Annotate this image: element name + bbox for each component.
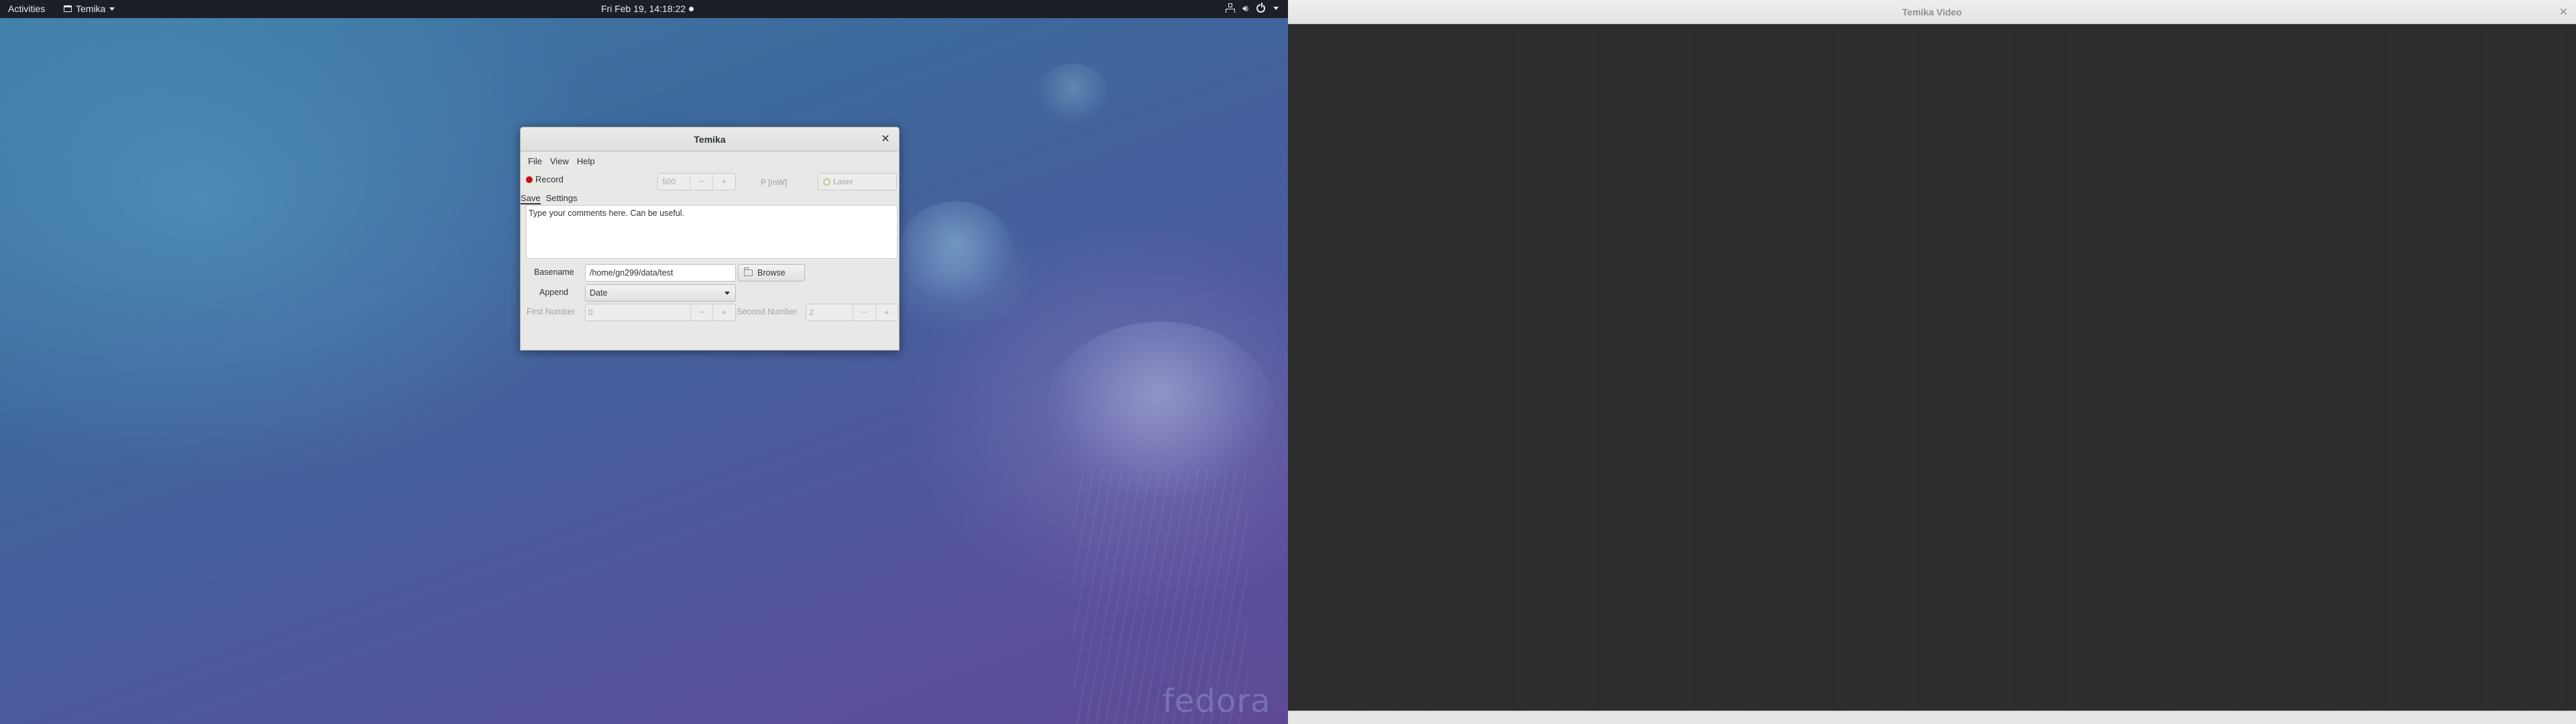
browse-button[interactable]: Browse xyxy=(738,264,805,282)
chevron-down-icon xyxy=(109,7,115,11)
app-menu-label: Temika xyxy=(76,3,106,14)
dialog-titlebar[interactable]: Temika ✕ xyxy=(521,127,899,152)
tab-save[interactable]: Save xyxy=(521,193,541,204)
exposure-decrement-button[interactable]: − xyxy=(690,174,712,190)
notification-dot-icon xyxy=(689,6,694,11)
chevron-down-icon xyxy=(724,292,730,295)
power-label: P [mW] xyxy=(761,178,788,187)
first-number-label: First Number xyxy=(527,307,576,316)
dialog-title: Temika xyxy=(694,134,726,145)
basename-label: Basename xyxy=(534,267,574,277)
record-icon xyxy=(526,176,533,183)
first-number-spinner[interactable]: 0 − + xyxy=(585,304,736,321)
exposure-spinner[interactable]: 500 − + xyxy=(657,173,736,190)
menu-bar: File View Help xyxy=(521,152,899,170)
first-number-decrement-button[interactable]: − xyxy=(690,304,713,320)
desktop-wallpaper: fedora xyxy=(0,0,1288,724)
volume-icon: 🔊︎ xyxy=(1242,3,1248,13)
network-icon xyxy=(1225,3,1236,13)
second-number-label: Second Number xyxy=(737,307,798,316)
video-window-bottom-edge xyxy=(1288,711,2576,724)
tab-bar: Save Settings xyxy=(521,193,899,204)
video-display[interactable] xyxy=(1288,24,2576,711)
laser-icon xyxy=(823,178,830,186)
close-icon[interactable]: ✕ xyxy=(2559,5,2568,19)
clock[interactable]: Fri Feb 19, 14:18:22 xyxy=(601,3,694,14)
chevron-down-icon xyxy=(1273,6,1279,10)
laser-label: Laser xyxy=(833,177,854,186)
fedora-logo: fedora xyxy=(1163,682,1271,720)
menu-help[interactable]: Help xyxy=(574,154,598,168)
close-icon[interactable]: ✕ xyxy=(879,133,892,146)
record-label: Record xyxy=(535,174,564,184)
comments-textarea[interactable]: Type your comments here. Can be useful. xyxy=(526,205,898,259)
basename-input[interactable]: /home/gn299/data/test xyxy=(585,264,736,282)
record-button[interactable]: Record xyxy=(526,174,564,184)
menu-file[interactable]: File xyxy=(525,154,545,168)
top-bar: Activities Temika Fri Feb 19, 14:18:22 🔊… xyxy=(0,0,1288,18)
basename-row: Basename /home/gn299/data/test Browse xyxy=(521,261,899,284)
folder-icon xyxy=(744,267,753,276)
video-titlebar[interactable]: Temika Video ✕ xyxy=(1288,0,2576,24)
exposure-value[interactable]: 500 xyxy=(658,174,690,190)
append-dropdown[interactable]: Date xyxy=(585,284,736,302)
wallpaper-jellyfish xyxy=(1036,64,1110,124)
activities-button[interactable]: Activities xyxy=(8,3,45,14)
window-icon xyxy=(64,5,72,12)
exposure-increment-button[interactable]: + xyxy=(712,174,735,190)
video-window-title: Temika Video xyxy=(1902,7,1962,17)
system-tray[interactable]: 🔊︎ xyxy=(1225,2,1279,13)
menu-view[interactable]: View xyxy=(547,154,572,168)
second-number-decrement-button[interactable]: − xyxy=(853,304,875,320)
second-number-increment-button[interactable]: + xyxy=(875,304,898,320)
browse-label: Browse xyxy=(757,268,786,278)
first-number-value[interactable]: 0 xyxy=(586,304,690,320)
first-number-increment-button[interactable]: + xyxy=(712,304,735,320)
temika-video-window: Temika Video ✕ xyxy=(1288,0,2576,724)
numbers-row: First Number 0 − + Second Number 2 − + xyxy=(521,304,899,330)
second-number-spinner[interactable]: 2 − + xyxy=(806,304,898,321)
laser-toggle-button[interactable]: Laser xyxy=(818,173,897,190)
append-label: Append xyxy=(539,288,569,297)
power-icon xyxy=(1256,2,1265,13)
tab-settings[interactable]: Settings xyxy=(546,193,578,204)
append-value: Date xyxy=(590,288,608,298)
toolbar: Record 500 − + P [mW] Laser xyxy=(521,170,899,193)
temika-dialog: Temika ✕ File View Help Record 500 − + P… xyxy=(520,127,900,351)
app-menu[interactable]: Temika xyxy=(64,3,115,14)
wallpaper-jellyfish xyxy=(899,201,1013,302)
second-number-value[interactable]: 2 xyxy=(806,304,853,320)
clock-label: Fri Feb 19, 14:18:22 xyxy=(601,3,686,14)
